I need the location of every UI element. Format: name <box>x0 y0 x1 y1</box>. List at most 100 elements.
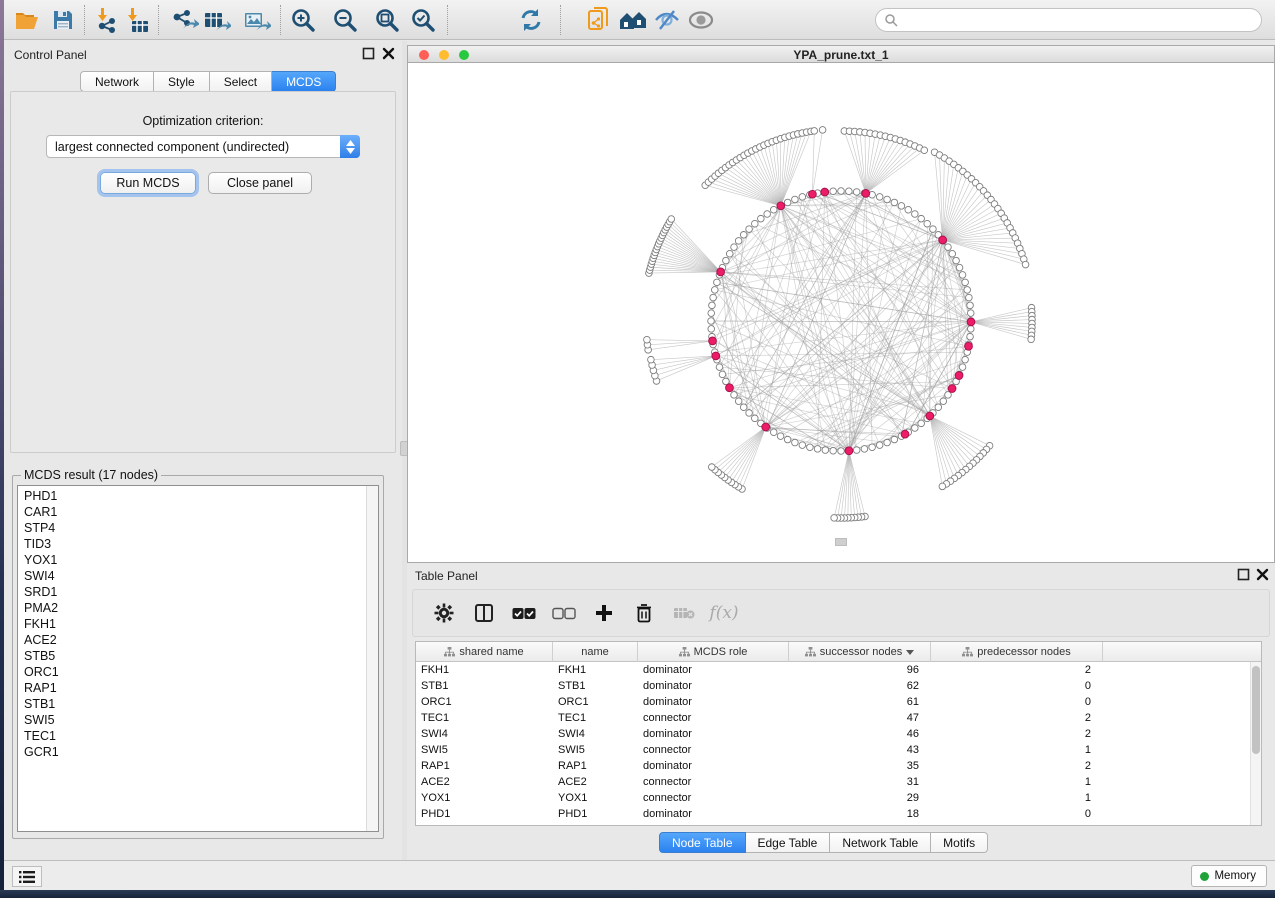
mcds-result-item[interactable]: YOX1 <box>18 552 366 568</box>
table-cell: 96 <box>789 662 931 678</box>
float-table-panel-icon[interactable] <box>1237 568 1250 581</box>
mcds-result-item[interactable]: STP4 <box>18 520 366 536</box>
horizontal-splitter-grip[interactable] <box>835 538 847 546</box>
table-cell: 1 <box>931 742 1103 758</box>
network-graph[interactable] <box>408 63 1274 562</box>
table-scrollbar[interactable] <box>1250 662 1261 825</box>
table-cell: 29 <box>789 790 931 806</box>
export-network-icon[interactable] <box>170 6 200 34</box>
table-row[interactable]: RAP1RAP1dominator352 <box>416 758 1261 774</box>
table-cell: 61 <box>789 694 931 710</box>
mcds-result-item[interactable]: SWI5 <box>18 712 366 728</box>
table-cell: connector <box>638 790 789 806</box>
close-panel-icon[interactable] <box>382 47 395 60</box>
zoom-selected-icon[interactable] <box>408 6 438 34</box>
columns-icon[interactable] <box>471 600 497 626</box>
column-header-predecessor-nodes[interactable]: predecessor nodes <box>931 642 1103 662</box>
table-cell: 62 <box>789 678 931 694</box>
mcds-result-list[interactable]: PHD1CAR1STP4TID3YOX1SWI4SRD1PMA2FKH1ACE2… <box>17 485 379 832</box>
mcds-result-item[interactable]: TEC1 <box>18 728 366 744</box>
column-header-shared-name[interactable]: shared name <box>416 642 553 662</box>
export-image-icon[interactable] <box>242 6 272 34</box>
result-list-scrollbar[interactable] <box>366 486 378 831</box>
mcds-result-item[interactable]: FKH1 <box>18 616 366 632</box>
memory-button[interactable]: Memory <box>1191 865 1267 887</box>
float-panel-icon[interactable] <box>362 47 375 60</box>
mcds-result-item[interactable]: PHD1 <box>18 488 366 504</box>
mcds-result-item[interactable]: ORC1 <box>18 664 366 680</box>
table-row[interactable]: TEC1TEC1connector472 <box>416 710 1261 726</box>
table-cell: PHD1 <box>416 806 553 822</box>
select-all-icon[interactable] <box>511 600 537 626</box>
home-networks-icon[interactable] <box>618 6 648 34</box>
search-field[interactable] <box>875 8 1262 32</box>
table-row[interactable]: SWI5SWI5connector431 <box>416 742 1261 758</box>
optimization-criterion-select[interactable]: largest connected component (undirected) <box>46 135 360 158</box>
hide-details-icon[interactable] <box>652 6 682 34</box>
mcds-result-item[interactable]: STB5 <box>18 648 366 664</box>
mcds-result-item[interactable]: SRD1 <box>18 584 366 600</box>
delete-column-icon[interactable] <box>631 600 657 626</box>
network-window-titlebar[interactable]: YPA_prune.txt_1 <box>408 46 1274 63</box>
toolbar-separator <box>280 5 281 35</box>
table-row[interactable]: YOX1YOX1connector291 <box>416 790 1261 806</box>
tab-edge-table[interactable]: Edge Table <box>746 832 831 853</box>
mcds-result-item[interactable]: RAP1 <box>18 680 366 696</box>
gear-icon[interactable] <box>431 600 457 626</box>
tab-style[interactable]: Style <box>154 71 210 92</box>
table-scrollbar-thumb[interactable] <box>1252 666 1260 754</box>
table-cell: 31 <box>789 774 931 790</box>
deselect-all-icon[interactable] <box>551 600 577 626</box>
table-cell: dominator <box>638 694 789 710</box>
tab-node-table[interactable]: Node Table <box>659 832 746 853</box>
optimization-criterion-label: Optimization criterion: <box>11 114 395 128</box>
mcds-result-item[interactable]: CAR1 <box>18 504 366 520</box>
search-input[interactable] <box>898 13 1261 27</box>
table-cell: FKH1 <box>553 662 638 678</box>
zoom-in-icon[interactable] <box>288 6 318 34</box>
task-history-button[interactable] <box>12 866 42 887</box>
network-canvas[interactable] <box>408 63 1274 562</box>
table-row[interactable]: PHD1PHD1dominator180 <box>416 806 1261 822</box>
mcds-result-item[interactable]: TID3 <box>18 536 366 552</box>
node-table[interactable]: shared namenameMCDS rolesuccessor nodesp… <box>415 641 1262 826</box>
mcds-result-item[interactable]: STB1 <box>18 696 366 712</box>
tab-network-table[interactable]: Network Table <box>830 832 931 853</box>
import-table-icon[interactable] <box>122 6 152 34</box>
table-row[interactable]: ORC1ORC1dominator610 <box>416 694 1261 710</box>
table-panel-title: Table Panel <box>415 569 478 583</box>
delete-table-icon[interactable] <box>671 600 697 626</box>
export-table-icon[interactable] <box>202 6 232 34</box>
open-file-icon[interactable] <box>12 6 42 34</box>
tab-network[interactable]: Network <box>80 71 154 92</box>
mcds-result-item[interactable]: ACE2 <box>18 632 366 648</box>
table-cell: connector <box>638 742 789 758</box>
show-eye-icon[interactable] <box>686 6 716 34</box>
mcds-result-item[interactable]: SWI4 <box>18 568 366 584</box>
table-row[interactable]: SWI4SWI4dominator462 <box>416 726 1261 742</box>
close-table-panel-icon[interactable] <box>1256 568 1269 581</box>
run-mcds-button[interactable]: Run MCDS <box>100 172 196 194</box>
table-row[interactable]: FKH1FKH1dominator962 <box>416 662 1261 678</box>
close-panel-button[interactable]: Close panel <box>208 172 312 194</box>
zoom-fit-icon[interactable] <box>372 6 402 34</box>
table-cell: ACE2 <box>416 774 553 790</box>
tab-select[interactable]: Select <box>210 71 272 92</box>
table-cell: STB1 <box>416 678 553 694</box>
zoom-out-icon[interactable] <box>330 6 360 34</box>
table-row[interactable]: ACE2ACE2connector311 <box>416 774 1261 790</box>
import-network-icon[interactable] <box>92 6 122 34</box>
mcds-result-item[interactable]: GCR1 <box>18 744 366 760</box>
mcds-result-item[interactable]: PMA2 <box>18 600 366 616</box>
column-header-name[interactable]: name <box>553 642 638 662</box>
function-builder-icon[interactable]: f(x) <box>711 600 737 626</box>
refresh-icon[interactable] <box>516 6 546 34</box>
tab-motifs[interactable]: Motifs <box>931 832 988 853</box>
column-header-MCDS-role[interactable]: MCDS role <box>638 642 789 662</box>
share-session-icon[interactable] <box>584 6 614 34</box>
column-header-successor-nodes[interactable]: successor nodes <box>789 642 931 662</box>
tab-mcds[interactable]: MCDS <box>272 71 336 92</box>
table-row[interactable]: STB1STB1dominator620 <box>416 678 1261 694</box>
add-column-icon[interactable] <box>591 600 617 626</box>
save-session-icon[interactable] <box>48 6 78 34</box>
